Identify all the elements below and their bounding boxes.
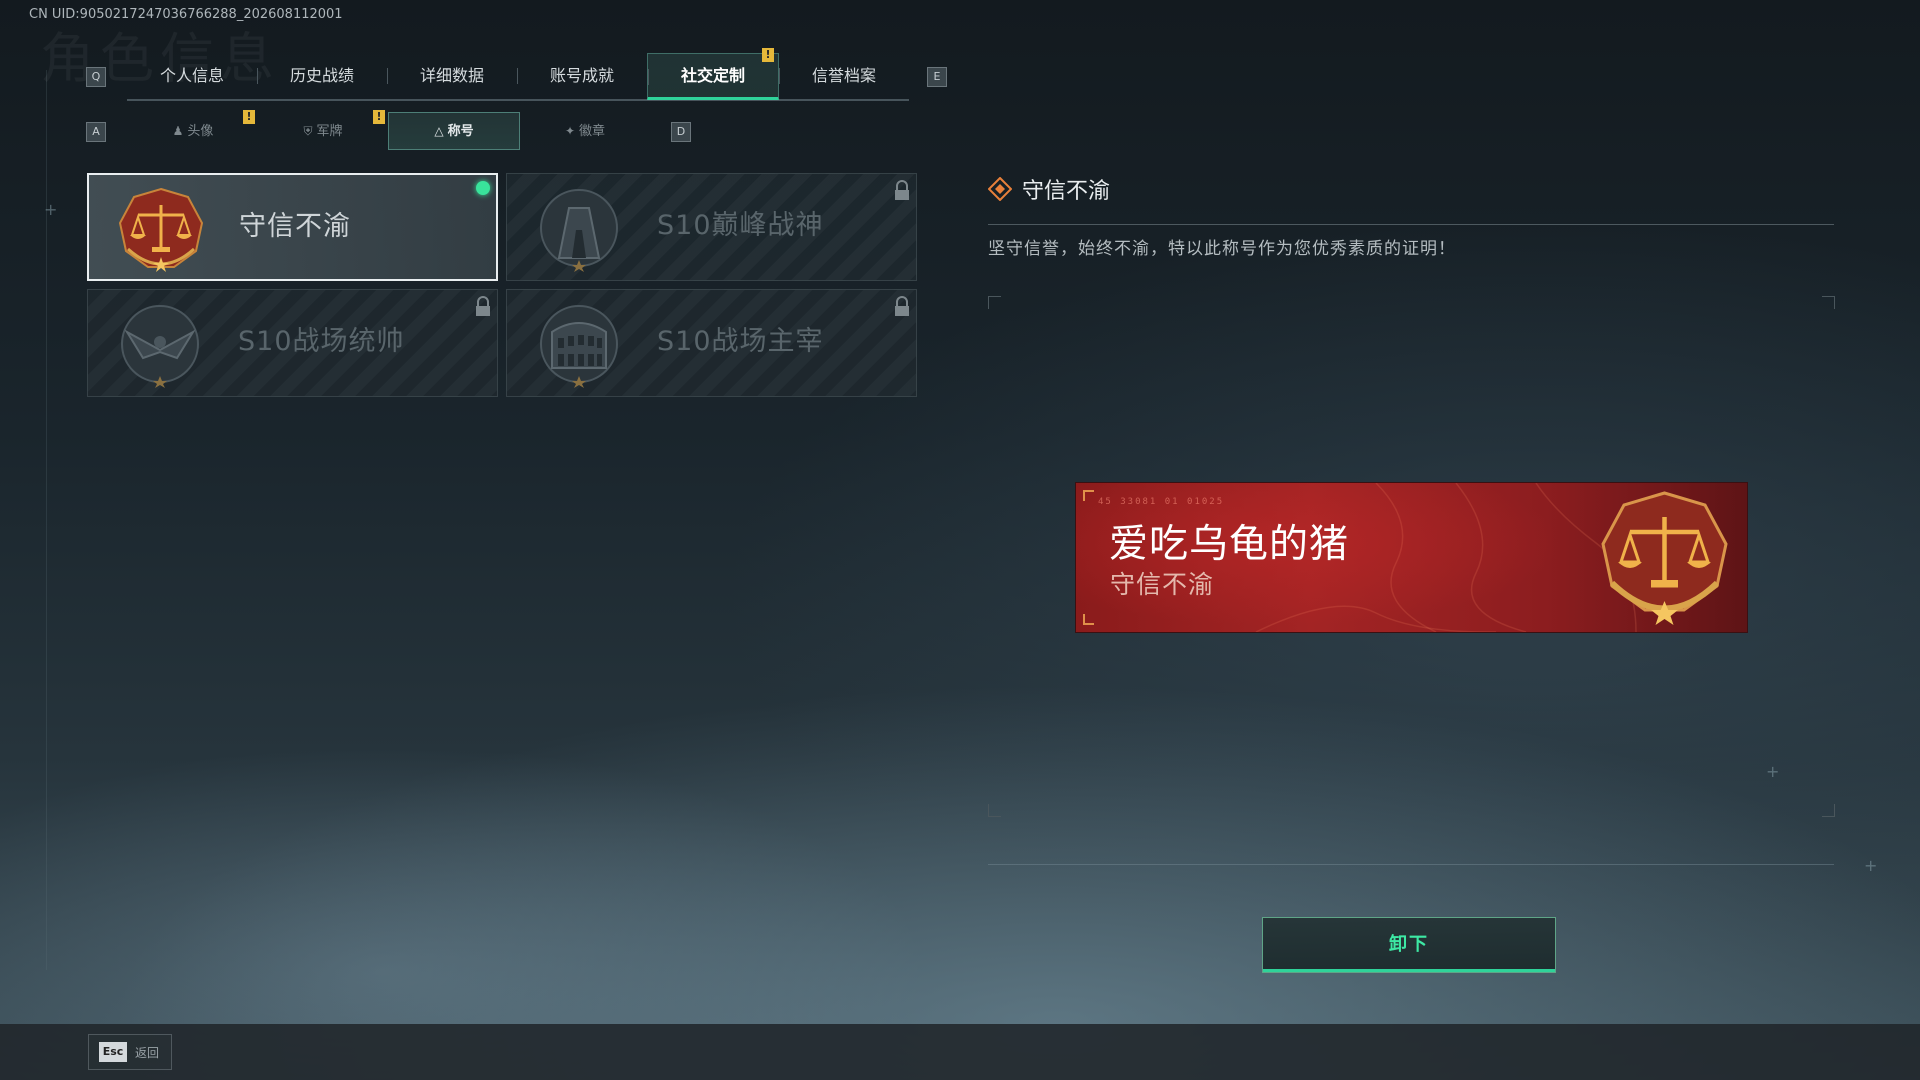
detail-description: 坚守信誉，始终不渝，特以此称号作为您优秀素质的证明！ bbox=[988, 239, 1456, 259]
preview-player-name: 爱吃乌龟的猪 bbox=[1109, 522, 1350, 567]
lock-icon bbox=[895, 180, 909, 200]
title-card-dominator[interactable]: S10战场主宰 bbox=[506, 289, 917, 397]
notification-badge: ! bbox=[373, 110, 385, 124]
title-card-commander[interactable]: S10战场统帅 bbox=[87, 289, 498, 397]
tab-credit-record[interactable]: 信誉档案 bbox=[779, 53, 909, 99]
title-card-name: S10战场主宰 bbox=[657, 326, 824, 357]
lock-icon bbox=[476, 296, 490, 316]
title-grid: 守信不渝 S10巅峰战神 S10战场统帅 S10战场主宰 bbox=[87, 173, 917, 397]
title-preview-banner: 45 33081 01 01025 爱吃乌龟的猪 守信不渝 bbox=[1075, 482, 1748, 633]
person-icon: ♟ bbox=[172, 124, 184, 138]
decor-cross: + bbox=[44, 200, 58, 219]
tab-social-customization[interactable]: 社交定制 bbox=[647, 53, 779, 100]
title-icon: △ bbox=[434, 124, 444, 138]
detail-header: 守信不渝 bbox=[988, 174, 1110, 204]
detail-title: 守信不渝 bbox=[1022, 179, 1111, 204]
badge-icon: ✦ bbox=[564, 124, 576, 138]
tab-detailed-data[interactable]: 详细数据 bbox=[387, 53, 517, 99]
key-hint-next-tab[interactable]: E bbox=[927, 67, 947, 87]
subtab-badge-label: 徽章 bbox=[579, 124, 606, 139]
bottom-bar bbox=[0, 1024, 1920, 1080]
tower-emblem-icon bbox=[540, 189, 618, 272]
subtab-dogtag[interactable]: ⛨ 军牌 bbox=[258, 112, 388, 150]
tab-account-achievements[interactable]: 账号成就 bbox=[517, 53, 647, 99]
back-label: 返回 bbox=[135, 1045, 160, 1060]
divider bbox=[988, 224, 1834, 225]
key-hint-next-subtab[interactable]: D bbox=[671, 122, 691, 142]
key-hint-prev-subtab[interactable]: A bbox=[86, 122, 106, 142]
equipped-indicator bbox=[476, 181, 490, 195]
notification-badge: ! bbox=[762, 48, 774, 62]
justice-scale-emblem-icon bbox=[1601, 491, 1728, 625]
tab-match-history[interactable]: 历史战绩 bbox=[257, 53, 387, 99]
tab-personal-info[interactable]: 个人信息 bbox=[127, 53, 257, 99]
frame-corner bbox=[1822, 804, 1835, 817]
top-tab-bar: 个人信息 历史战绩 详细数据 账号成就 社交定制 信誉档案 bbox=[127, 53, 909, 101]
esc-key: Esc bbox=[99, 1042, 127, 1062]
subtab-title[interactable]: △ 称号 bbox=[388, 112, 520, 150]
colosseum-emblem-icon bbox=[540, 305, 618, 388]
subtab-title-label: 称号 bbox=[447, 124, 474, 139]
dogtag-icon: ⛨ bbox=[303, 124, 313, 138]
key-hint-prev-tab[interactable]: Q bbox=[86, 67, 106, 87]
decor-cross: + bbox=[1864, 856, 1878, 875]
title-card-name: S10巅峰战神 bbox=[657, 210, 824, 241]
divider bbox=[988, 864, 1834, 865]
subtab-avatar[interactable]: ♟ 头像 bbox=[128, 112, 258, 150]
title-card-name: S10战场统帅 bbox=[238, 326, 405, 357]
back-button[interactable]: Esc 返回 bbox=[88, 1034, 172, 1070]
justice-scale-emblem-icon bbox=[118, 187, 204, 272]
subtab-avatar-label: 头像 bbox=[187, 124, 214, 139]
eagle-emblem-icon bbox=[121, 305, 199, 388]
sub-tab-bar: ♟ 头像 ⛨ 军牌 △ 称号 ✦ 徽章 bbox=[128, 112, 650, 150]
decor-cross: + bbox=[1766, 762, 1780, 781]
frame-corner bbox=[988, 296, 1001, 309]
preview-title-name: 守信不渝 bbox=[1110, 570, 1215, 599]
title-card-name: 守信不渝 bbox=[239, 211, 351, 242]
subtab-badge[interactable]: ✦ 徽章 bbox=[520, 112, 650, 150]
banner-code: 45 33081 01 01025 bbox=[1098, 497, 1225, 507]
player-uid: CN UID:9050217247036766288_202608112001 bbox=[29, 7, 343, 22]
notification-badge: ! bbox=[243, 110, 255, 124]
unequip-button[interactable]: 卸下 bbox=[1262, 917, 1556, 973]
diamond-icon bbox=[988, 177, 1012, 201]
title-card-peak-god[interactable]: S10巅峰战神 bbox=[506, 173, 917, 281]
lock-icon bbox=[895, 296, 909, 316]
title-card-shouxin[interactable]: 守信不渝 bbox=[87, 173, 498, 281]
frame-corner bbox=[988, 804, 1001, 817]
subtab-dogtag-label: 军牌 bbox=[316, 124, 343, 139]
frame-corner bbox=[1822, 296, 1835, 309]
